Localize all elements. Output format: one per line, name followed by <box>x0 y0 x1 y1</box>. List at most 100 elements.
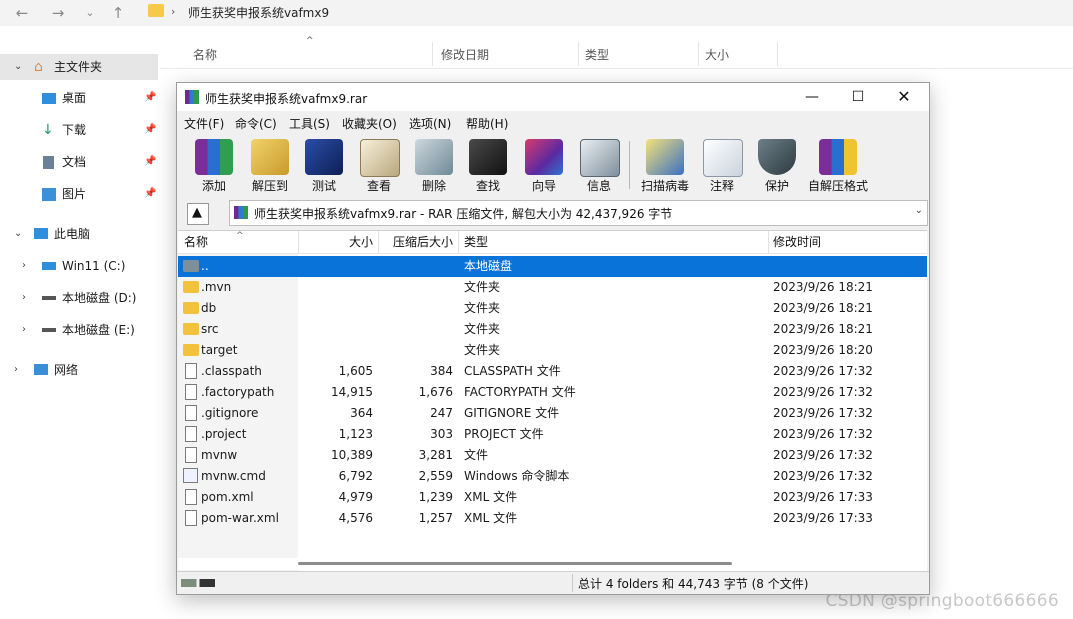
archive-path-combobox[interactable]: 师生获奖申报系统vafmx9.rar - RAR 压缩文件, 解包大小为 42,… <box>229 200 928 226</box>
recycle-bin-icon <box>415 139 453 175</box>
desktop-icon <box>42 93 56 104</box>
up-folder-button[interactable]: ▲ <box>187 203 209 225</box>
table-row[interactable]: target 文件夹 2023/9/26 18:20 <box>178 340 927 361</box>
recent-chevron-icon[interactable]: ⌄ <box>80 3 100 23</box>
drive-key-icon[interactable] <box>181 579 215 587</box>
info-icon <box>580 139 620 177</box>
chevron-right-icon[interactable]: › <box>22 317 26 343</box>
table-row[interactable]: mvnw.cmd 6,792 2,559 Windows 命令脚本 2023/9/26 … <box>178 466 927 487</box>
up-arrow-icon[interactable]: ↑ <box>108 3 128 23</box>
menu-file[interactable]: 文件(F) <box>184 115 224 132</box>
chevron-right-icon[interactable]: › <box>14 357 18 383</box>
table-row[interactable]: .factorypath 14,915 1,676 FACTORYPATH 文件 202… <box>178 382 927 403</box>
horizontal-scrollbar[interactable] <box>178 558 927 570</box>
column-modified[interactable]: 修改时间 <box>773 231 821 253</box>
column-divider <box>777 42 778 66</box>
pin-icon[interactable]: 📌 <box>144 117 156 143</box>
back-arrow-icon[interactable]: ← <box>12 3 32 23</box>
sidebar-item-drive-e[interactable]: › 本地磁盘 (E:) <box>0 317 158 343</box>
scan-virus-button[interactable]: 扫描病毒 <box>638 137 692 193</box>
column-size[interactable]: 大小 <box>299 231 373 253</box>
sidebar-item-drive-c[interactable]: › Win11 (C:) <box>0 253 158 279</box>
column-size[interactable]: 大小 <box>705 46 729 63</box>
wizard-icon <box>525 139 563 175</box>
pin-icon[interactable]: 📌 <box>144 149 156 175</box>
protect-button[interactable]: 保护 <box>750 137 804 193</box>
binoculars-icon <box>469 139 507 175</box>
column-divider <box>698 42 699 66</box>
forward-arrow-icon[interactable]: → <box>48 3 68 23</box>
table-row[interactable]: .mvn 文件夹 2023/9/26 18:21 <box>178 277 927 298</box>
view-button[interactable]: 查看 <box>352 137 406 193</box>
shield-icon <box>758 139 796 175</box>
sfx-button[interactable]: 自解压格式 <box>808 137 868 193</box>
column-type[interactable]: 类型 <box>585 46 609 63</box>
pin-icon[interactable]: 📌 <box>144 85 156 111</box>
column-name[interactable]: 名称 <box>184 231 208 253</box>
file-modified: 2023/9/26 17:32 <box>773 427 873 441</box>
find-button[interactable]: 查找 <box>461 137 515 193</box>
table-row[interactable]: pom-war.xml 4,576 1,257 XML 文件 2023/9/26 17:… <box>178 508 927 529</box>
chevron-right-icon[interactable]: › <box>22 253 26 279</box>
table-row[interactable]: src 文件夹 2023/9/26 18:21 <box>178 319 927 340</box>
column-name[interactable]: 名称 <box>193 46 217 63</box>
file-modified: 2023/9/26 18:20 <box>773 343 873 357</box>
menu-options[interactable]: 选项(N) <box>409 115 451 132</box>
info-button[interactable]: 信息 <box>572 137 626 193</box>
comment-pen-icon <box>703 139 743 177</box>
file-modified: 2023/9/26 17:32 <box>773 385 873 399</box>
file-type: PROJECT 文件 <box>464 427 544 441</box>
table-row[interactable]: .gitignore 364 247 GITIGNORE 文件 2023/9/26 17… <box>178 403 927 424</box>
scrollbar-thumb[interactable] <box>298 562 732 565</box>
test-button[interactable]: 测试 <box>297 137 351 193</box>
file-name: mvnw.cmd <box>201 469 266 483</box>
column-packed[interactable]: 压缩后大小 <box>379 231 453 253</box>
chevron-right-icon[interactable]: › <box>22 285 26 311</box>
sidebar-item-drive-d[interactable]: › 本地磁盘 (D:) <box>0 285 158 311</box>
wizard-button[interactable]: 向导 <box>517 137 571 193</box>
table-row[interactable]: mvnw 10,389 3,281 文件 2023/9/26 17:32 <box>178 445 927 466</box>
sidebar-item-network[interactable]: › 网络 <box>0 357 158 383</box>
sidebar-item-desktop[interactable]: 桌面 📌 <box>0 85 158 111</box>
status-summary: 总计 4 folders 和 44,743 字节 (8 个文件) <box>578 577 809 591</box>
chevron-down-icon[interactable]: ⌄ <box>14 221 22 247</box>
rar-archive-icon <box>234 206 248 219</box>
chevron-right-icon: › <box>171 5 176 18</box>
file-icon <box>185 384 197 400</box>
table-row[interactable]: .. 本地磁盘 <box>178 256 927 277</box>
file-name: .factorypath <box>201 385 275 399</box>
menu-tools[interactable]: 工具(S) <box>289 115 330 132</box>
table-row[interactable]: .classpath 1,605 384 CLASSPATH 文件 2023/9/26 … <box>178 361 927 382</box>
column-divider <box>578 42 579 66</box>
file-name: src <box>201 322 219 336</box>
file-size: 1,123 <box>338 427 373 441</box>
sidebar-item-documents[interactable]: 文档 📌 <box>0 149 158 175</box>
table-row[interactable]: pom.xml 4,979 1,239 XML 文件 2023/9/26 17:33 <box>178 487 927 508</box>
sidebar-item-downloads[interactable]: ↓ 下载 📌 <box>0 117 158 143</box>
chevron-down-icon[interactable]: ⌄ <box>14 54 22 80</box>
file-packed-size: 1,257 <box>418 511 453 525</box>
sidebar-item-this-pc[interactable]: ⌄ 此电脑 <box>0 221 158 247</box>
menu-favorites[interactable]: 收藏夹(O) <box>342 115 397 132</box>
sidebar-item-pictures[interactable]: 图片 📌 <box>0 181 158 207</box>
minimize-button[interactable]: — <box>789 83 835 111</box>
file-size: 10,389 <box>331 448 373 462</box>
address-path[interactable]: 师生获奖申报系统vafmx9 <box>188 4 329 21</box>
column-date[interactable]: 修改日期 <box>441 46 489 63</box>
table-row[interactable]: db 文件夹 2023/9/26 18:21 <box>178 298 927 319</box>
file-modified: 2023/9/26 18:21 <box>773 301 873 315</box>
column-type[interactable]: 类型 <box>464 231 488 253</box>
sidebar-item-home[interactable]: ⌄ ⌂ 主文件夹 <box>0 54 158 80</box>
file-packed-size: 3,281 <box>418 448 453 462</box>
file-icon <box>185 489 197 505</box>
maximize-button[interactable]: ☐ <box>835 83 881 111</box>
close-button[interactable]: ✕ <box>881 83 927 111</box>
add-button[interactable]: 添加 <box>187 137 241 193</box>
comment-button[interactable]: 注释 <box>695 137 749 193</box>
chevron-down-icon[interactable]: ⌄ <box>915 205 923 216</box>
menu-help[interactable]: 帮助(H) <box>466 115 508 132</box>
rar-archive-icon <box>185 90 199 104</box>
table-row[interactable]: .project 1,123 303 PROJECT 文件 2023/9/26 17:3… <box>178 424 927 445</box>
menu-commands[interactable]: 命令(C) <box>235 115 277 132</box>
pin-icon[interactable]: 📌 <box>144 181 156 207</box>
